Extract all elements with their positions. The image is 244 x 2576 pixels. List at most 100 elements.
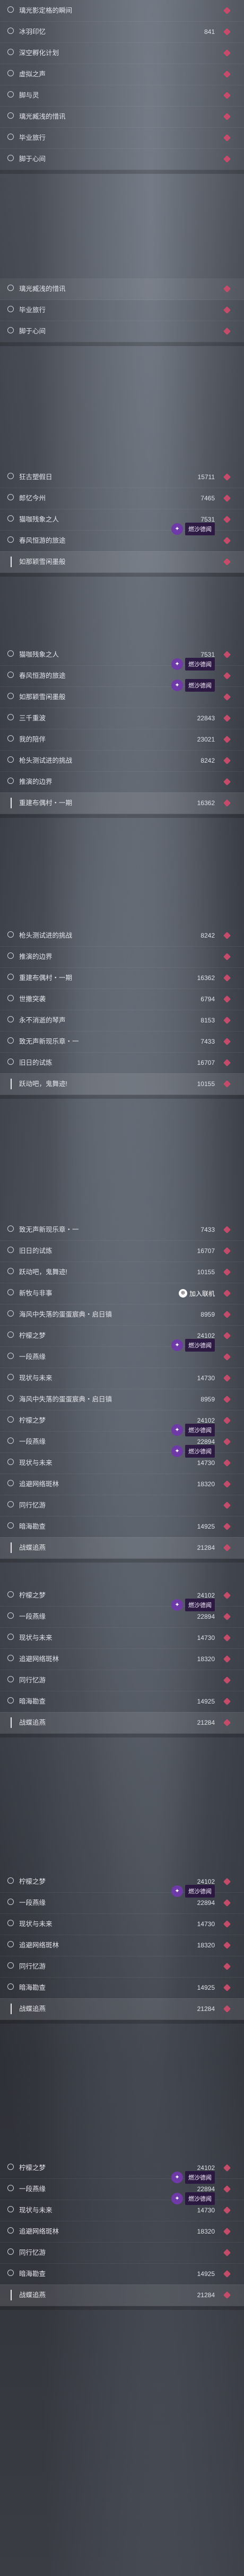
list-item[interactable]: 世撒突袭 6794 <box>0 989 244 1010</box>
list-item[interactable]: 脚于心间 <box>0 321 244 342</box>
diamond-icon[interactable] <box>223 1374 231 1382</box>
diamond-icon[interactable] <box>223 931 231 940</box>
diamond-icon[interactable] <box>223 1437 231 1446</box>
list-item[interactable]: 旧日的试炼 16707 <box>0 1052 244 1074</box>
list-item[interactable]: 枪头测试进的挑战 8242 <box>0 925 244 947</box>
list-item[interactable]: 追避网络斑林 18320 <box>0 1474 244 1495</box>
join-online-button[interactable]: ⊕ 加入联机 <box>178 1283 215 1304</box>
diamond-icon[interactable] <box>223 1543 231 1552</box>
list-item[interactable]: 跃动吧，鬼舞迹! 10155 <box>0 1261 244 1283</box>
diamond-icon[interactable] <box>223 1983 231 1992</box>
list-item[interactable]: 一段燕缘 22894 ✦ 燃沙德闻 <box>0 1885 244 1914</box>
list-item[interactable]: 同行忆游 <box>0 1670 244 1691</box>
list-item[interactable]: 跃动吧，鬼舞迹! 10155 <box>0 1073 244 1095</box>
list-item[interactable]: 新牧与非事 ⊕ 加入联机 <box>0 1283 244 1304</box>
diamond-icon[interactable] <box>223 650 231 659</box>
diamond-icon[interactable] <box>223 1416 231 1425</box>
diamond-icon[interactable] <box>223 1634 231 1642</box>
list-item[interactable]: 暗海勘查 14925 <box>0 1691 244 1713</box>
list-item[interactable]: 现状与未来 14730 ✦ 燃沙德闻 <box>0 1445 244 1474</box>
list-item[interactable]: 追避网络斑林 18320 <box>0 1648 244 1670</box>
diamond-icon[interactable] <box>223 1522 231 1531</box>
diamond-icon[interactable] <box>223 2248 231 2257</box>
diamond-icon[interactable] <box>223 28 231 36</box>
diamond-icon[interactable] <box>223 49 231 57</box>
diamond-icon[interactable] <box>223 1480 231 1488</box>
list-item[interactable]: 同行忆游 <box>0 2242 244 2264</box>
list-item[interactable]: 同行忆游 <box>0 1956 244 1978</box>
diamond-icon[interactable] <box>223 672 231 680</box>
list-item[interactable]: 永不消逝的琴声 8153 <box>0 1010 244 1031</box>
list-item[interactable]: 同行忆游 <box>0 1495 244 1516</box>
list-item[interactable]: 三千重波 22843 <box>0 708 244 729</box>
diamond-icon[interactable] <box>223 1289 231 1298</box>
diamond-icon[interactable] <box>223 1920 231 1928</box>
list-item[interactable]: 追避网络斑林 18320 <box>0 1935 244 1956</box>
diamond-icon[interactable] <box>223 1016 231 1025</box>
diamond-icon[interactable] <box>223 1247 231 1255</box>
list-item[interactable]: 致无声新现乐章・一 7433 <box>0 1031 244 1053</box>
list-item[interactable]: 如那颖雪闲墨般 ✦ 燃沙德闻 <box>0 679 244 708</box>
diamond-icon[interactable] <box>223 306 231 314</box>
diamond-icon[interactable] <box>223 112 231 121</box>
diamond-icon[interactable] <box>223 2291 231 2299</box>
diamond-icon[interactable] <box>223 799 231 807</box>
diamond-icon[interactable] <box>223 1268 231 1276</box>
list-item[interactable]: 旧日的试炼 16707 <box>0 1240 244 1262</box>
diamond-icon[interactable] <box>223 1058 231 1067</box>
list-item[interactable]: 璃光影定格的瞬间 <box>0 0 244 22</box>
list-item[interactable]: 暗海勘查 14925 <box>0 1977 244 1999</box>
list-item[interactable]: 一段燕缘 ✦ 燃沙德闻 <box>0 1339 244 1368</box>
diamond-icon[interactable] <box>223 1676 231 1684</box>
diamond-icon[interactable] <box>223 1962 231 1971</box>
diamond-icon[interactable] <box>223 1501 231 1510</box>
list-item[interactable]: 脚与灵 <box>0 85 244 107</box>
list-item[interactable]: 我的陪伴 23021 <box>0 729 244 751</box>
list-item[interactable]: 虚拟之声 <box>0 64 244 85</box>
diamond-icon[interactable] <box>223 494 231 502</box>
diamond-icon[interactable] <box>223 1612 231 1621</box>
diamond-icon[interactable] <box>223 1899 231 1907</box>
diamond-icon[interactable] <box>223 1225 231 1234</box>
diamond-icon[interactable] <box>223 1877 231 1886</box>
diamond-icon[interactable] <box>223 2227 231 2236</box>
list-item[interactable]: 战蝶追燕 21284 <box>0 1998 244 2020</box>
diamond-icon[interactable] <box>223 558 231 566</box>
list-item[interactable]: 郎忆今州 7465 <box>0 488 244 509</box>
diamond-icon[interactable] <box>223 1718 231 1727</box>
list-item[interactable]: 战蝶追燕 21284 <box>0 1712 244 1734</box>
diamond-icon[interactable] <box>223 2206 231 2215</box>
diamond-icon[interactable] <box>223 756 231 765</box>
diamond-icon[interactable] <box>223 995 231 1003</box>
diamond-icon[interactable] <box>223 6 231 15</box>
list-item[interactable]: 现状与未来 14730 <box>0 1368 244 1389</box>
diamond-icon[interactable] <box>223 515 231 524</box>
list-item[interactable]: 海风中失落的蛋蛋宸典・启日镇 8959 <box>0 1389 244 1410</box>
diamond-icon[interactable] <box>223 1655 231 1663</box>
list-item[interactable]: 推演的边界 <box>0 771 244 793</box>
diamond-icon[interactable] <box>223 2185 231 2193</box>
diamond-icon[interactable] <box>223 1395 231 1404</box>
diamond-icon[interactable] <box>223 70 231 78</box>
diamond-icon[interactable] <box>223 1459 231 1467</box>
diamond-icon[interactable] <box>223 1310 231 1319</box>
diamond-icon[interactable] <box>223 285 231 293</box>
diamond-icon[interactable] <box>223 974 231 982</box>
diamond-icon[interactable] <box>223 1080 231 1088</box>
list-item[interactable]: 暗海勘查 14925 <box>0 1516 244 1538</box>
diamond-icon[interactable] <box>223 1591 231 1600</box>
diamond-icon[interactable] <box>223 952 231 961</box>
list-item[interactable]: 海风中失落的蛋蛋宸典・启日镇 8959 <box>0 1304 244 1326</box>
diamond-icon[interactable] <box>223 735 231 744</box>
list-item[interactable]: 毕业旅行 <box>0 299 244 321</box>
diamond-icon[interactable] <box>223 714 231 722</box>
list-item[interactable]: 深空孵化计划 <box>0 42 244 64</box>
list-item[interactable]: 战蝶追燕 21284 <box>0 1537 244 1559</box>
list-item[interactable]: 冰羽印忆 841 <box>0 21 244 43</box>
diamond-icon[interactable] <box>223 155 231 163</box>
list-item[interactable]: 狂古塑假日 15711 <box>0 466 244 488</box>
list-item[interactable]: 春风恒游的旅途 ✦ 燃沙德闻 <box>0 523 244 552</box>
diamond-icon[interactable] <box>223 778 231 786</box>
list-item[interactable]: 追避网络斑林 18320 <box>0 2221 244 2243</box>
list-item[interactable]: 脚于心间 <box>0 148 244 170</box>
